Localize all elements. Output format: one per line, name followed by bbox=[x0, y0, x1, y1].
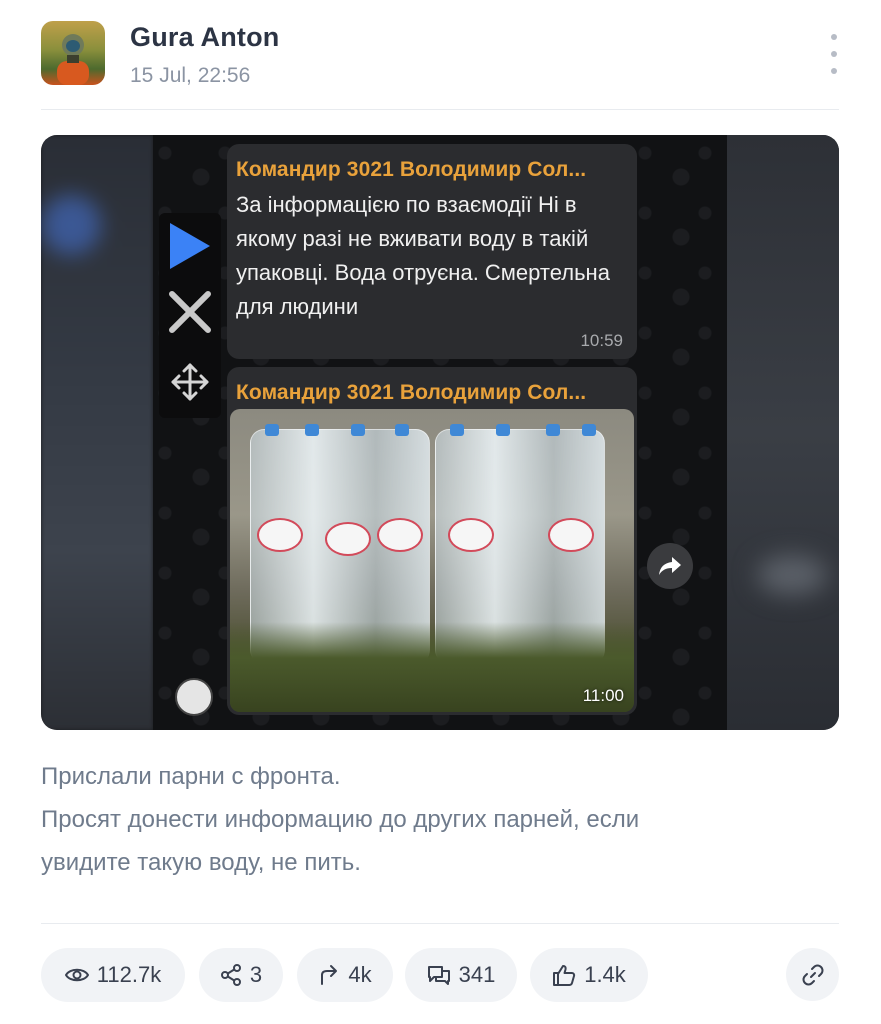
caption-line: увидите такую воду, не пить. bbox=[41, 849, 361, 876]
play-icon[interactable] bbox=[165, 221, 215, 271]
message-time: 10:59 bbox=[580, 331, 623, 350]
share-icon bbox=[220, 964, 241, 986]
media-blur-right bbox=[727, 135, 839, 730]
video-tools bbox=[159, 213, 221, 418]
bottle-label bbox=[377, 518, 423, 552]
forwards-count: 4k bbox=[348, 962, 372, 987]
grass bbox=[230, 622, 634, 712]
bottle-label bbox=[448, 518, 494, 552]
chat-screenshot: Командир 3021 Володимир Сол... За інформ… bbox=[153, 135, 727, 730]
likes-count: 1.4k bbox=[584, 962, 626, 987]
post-card: Gura Anton 15 Jul, 22:56 Командир 3021 В… bbox=[0, 0, 881, 1024]
comments-icon bbox=[427, 966, 450, 985]
sender-avatar bbox=[175, 678, 213, 716]
media-blur-left bbox=[41, 135, 153, 730]
post-caption: Прислали парни с фронта. Просят донести … bbox=[41, 755, 821, 884]
message-time: 11:00 bbox=[582, 686, 624, 705]
views-count: 112.7k bbox=[96, 962, 162, 987]
bottle-label bbox=[257, 518, 303, 552]
message-sender: Командир 3021 Володимир Сол... bbox=[236, 158, 587, 181]
caption-line: Просят донести информацию до других парн… bbox=[41, 806, 640, 833]
likes-button[interactable]: 1.4k bbox=[530, 948, 648, 1002]
shares-button[interactable]: 3 bbox=[199, 948, 283, 1002]
comments-count: 341 bbox=[458, 962, 496, 987]
header-divider bbox=[41, 109, 839, 110]
eye-icon bbox=[64, 968, 89, 982]
footer-divider bbox=[41, 923, 839, 924]
avatar-image bbox=[57, 34, 89, 85]
more-dot bbox=[831, 34, 837, 40]
link-icon bbox=[802, 964, 823, 985]
forward-message-icon[interactable] bbox=[647, 543, 693, 589]
chat-message: Командир 3021 Володимир Сол... За інформ… bbox=[227, 144, 637, 359]
thumbs-up-icon bbox=[553, 965, 576, 986]
author-name[interactable]: Gura Anton bbox=[130, 22, 280, 53]
forward-icon bbox=[321, 965, 338, 985]
author-avatar[interactable] bbox=[41, 21, 105, 85]
message-text: За інформацією по взаємодії Ні в якому р… bbox=[236, 192, 610, 319]
more-dot bbox=[831, 51, 837, 57]
comments-button[interactable]: 341 bbox=[405, 948, 517, 1002]
more-dot bbox=[831, 68, 837, 74]
post-date: 15 Jul, 22:56 bbox=[130, 64, 251, 87]
forwards-button[interactable]: 4k bbox=[297, 948, 393, 1002]
close-icon[interactable] bbox=[165, 287, 215, 337]
message-sender: Командир 3021 Володимир Сол... bbox=[236, 381, 587, 404]
post-media[interactable]: Командир 3021 Володимир Сол... За інформ… bbox=[41, 135, 839, 730]
water-bottles-photo: 11:00 bbox=[230, 409, 634, 712]
shares-count: 3 bbox=[249, 962, 263, 987]
bottle-label bbox=[325, 522, 371, 556]
views-button[interactable]: 112.7k bbox=[41, 948, 185, 1002]
move-icon[interactable] bbox=[165, 357, 215, 407]
more-vertical-icon[interactable] bbox=[824, 34, 844, 74]
chat-photo-message: Командир 3021 Володимир Сол... 11:00 bbox=[227, 367, 637, 715]
bottle-label bbox=[548, 518, 594, 552]
caption-line: Прислали парни с фронта. bbox=[41, 763, 341, 790]
copy-link-button[interactable] bbox=[786, 948, 839, 1001]
